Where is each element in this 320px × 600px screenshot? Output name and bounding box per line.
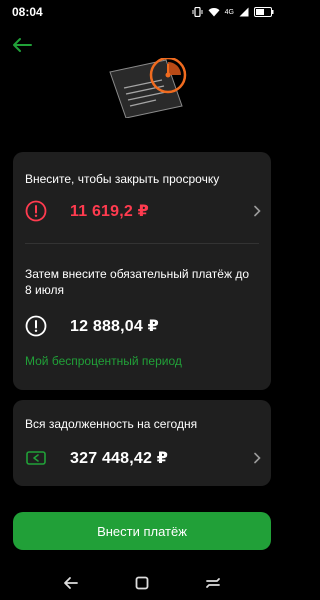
card-divider [25,243,259,244]
overdue-title: Внесите, чтобы закрыть просрочку [25,172,220,186]
status-icons: 4G [192,5,274,19]
vibrate-icon [192,7,203,17]
nav-back-icon[interactable] [60,572,82,594]
mandatory-amount-row: 12 888,04 ₽ [25,312,261,340]
mandatory-amount: 12 888,04 ₽ [70,318,159,335]
network-type-label: 4G [224,8,234,16]
back-arrow-icon[interactable] [10,36,34,54]
battery-icon [254,7,274,17]
exclamation-circle-icon [25,315,47,337]
nav-recents-icon[interactable] [202,572,224,594]
nav-home-icon[interactable] [131,572,153,594]
overdue-payment-card: Внесите, чтобы закрыть просрочку 11 619,… [13,152,271,390]
interest-free-period-link[interactable]: Мой беспроцентный период [25,354,182,368]
overdue-amount-row[interactable]: 11 619,2 ₽ [25,197,261,225]
status-time: 08:04 [12,5,43,19]
make-payment-button[interactable]: Внести платёж [13,512,271,550]
total-debt-title: Вся задолженность на сегодня [25,417,198,431]
exclamation-circle-icon [25,200,47,222]
system-navigation-bar [0,566,284,600]
mandatory-payment-title: Затем внесите обязательный платёж до 8 и… [25,267,250,297]
chevron-right-icon [254,452,261,464]
chevron-right-icon [254,205,261,217]
calendar-clock-illustration [109,58,187,118]
credit-card-icon [26,451,46,465]
total-debt-card: Вся задолженность на сегодня 327 448,42 … [13,400,271,486]
signal-icon [239,7,249,17]
wifi-icon [208,8,220,17]
overdue-amount: 11 619,2 ₽ [70,203,149,220]
total-debt-amount: 327 448,42 ₽ [70,450,169,467]
total-debt-row[interactable]: 327 448,42 ₽ [25,444,261,472]
status-bar: 08:04 4G [0,0,284,24]
